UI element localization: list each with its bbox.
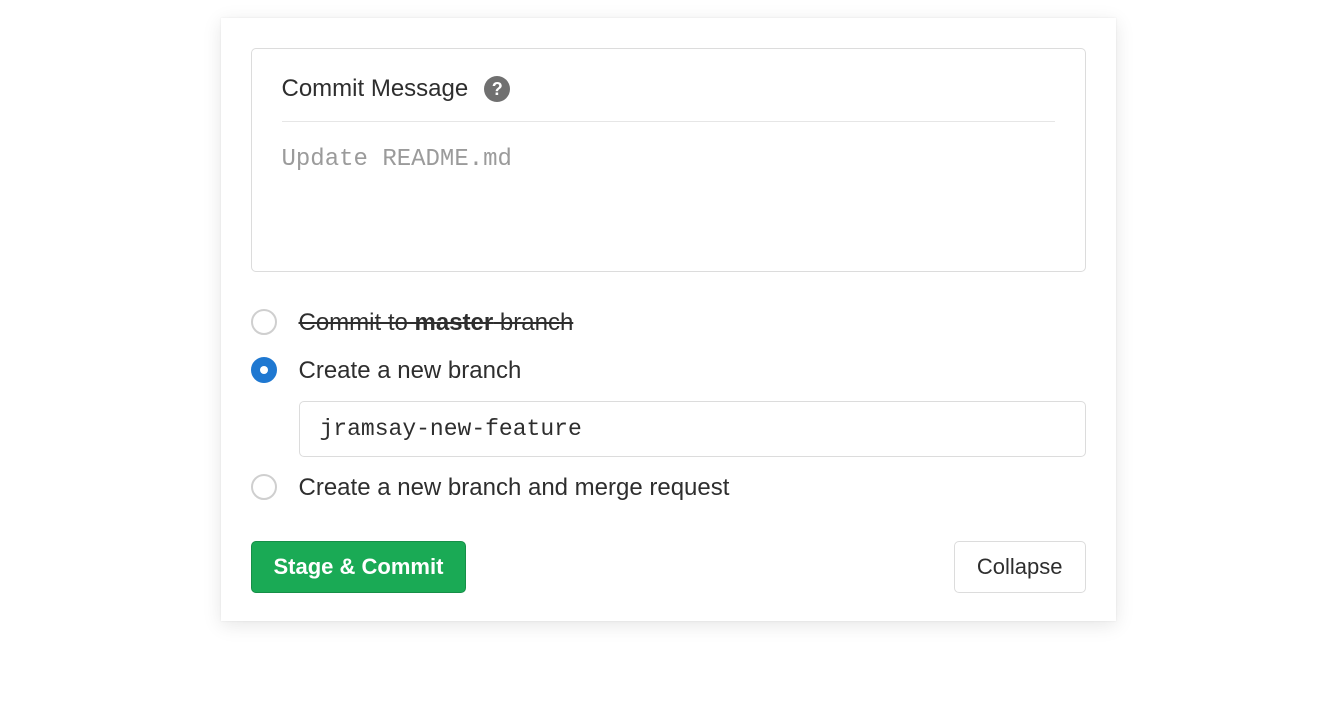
stage-commit-button[interactable]: Stage & Commit (251, 541, 467, 593)
commit-master-suffix: branch (493, 309, 573, 336)
commit-message-input[interactable] (282, 146, 1055, 226)
option-new-branch-label: Create a new branch (299, 357, 522, 384)
commit-master-prefix: Commit to (299, 309, 415, 336)
radio-commit-master[interactable] (251, 309, 277, 335)
option-new-branch-mr-label: Create a new branch and merge request (299, 474, 730, 501)
help-icon[interactable]: ? (484, 76, 510, 102)
radio-new-branch-mr[interactable] (251, 474, 277, 500)
commit-panel: Commit Message ? Commit to master branch… (221, 18, 1116, 621)
commit-master-branch: master (415, 309, 494, 336)
commit-message-box: Commit Message ? (251, 48, 1086, 272)
option-new-branch[interactable]: Create a new branch (251, 354, 1086, 458)
radio-new-branch[interactable] (251, 357, 277, 383)
commit-message-label: Commit Message (282, 75, 469, 103)
option-commit-master[interactable]: Commit to master branch (251, 306, 1086, 340)
branch-name-input[interactable] (299, 401, 1086, 457)
option-commit-master-label: Commit to master branch (299, 309, 574, 336)
option-new-branch-mr[interactable]: Create a new branch and merge request (251, 471, 1086, 505)
branch-options: Commit to master branch Create a new bra… (251, 306, 1086, 505)
commit-message-header: Commit Message ? (282, 75, 1055, 122)
button-row: Stage & Commit Collapse (251, 541, 1086, 593)
collapse-button[interactable]: Collapse (954, 541, 1086, 593)
